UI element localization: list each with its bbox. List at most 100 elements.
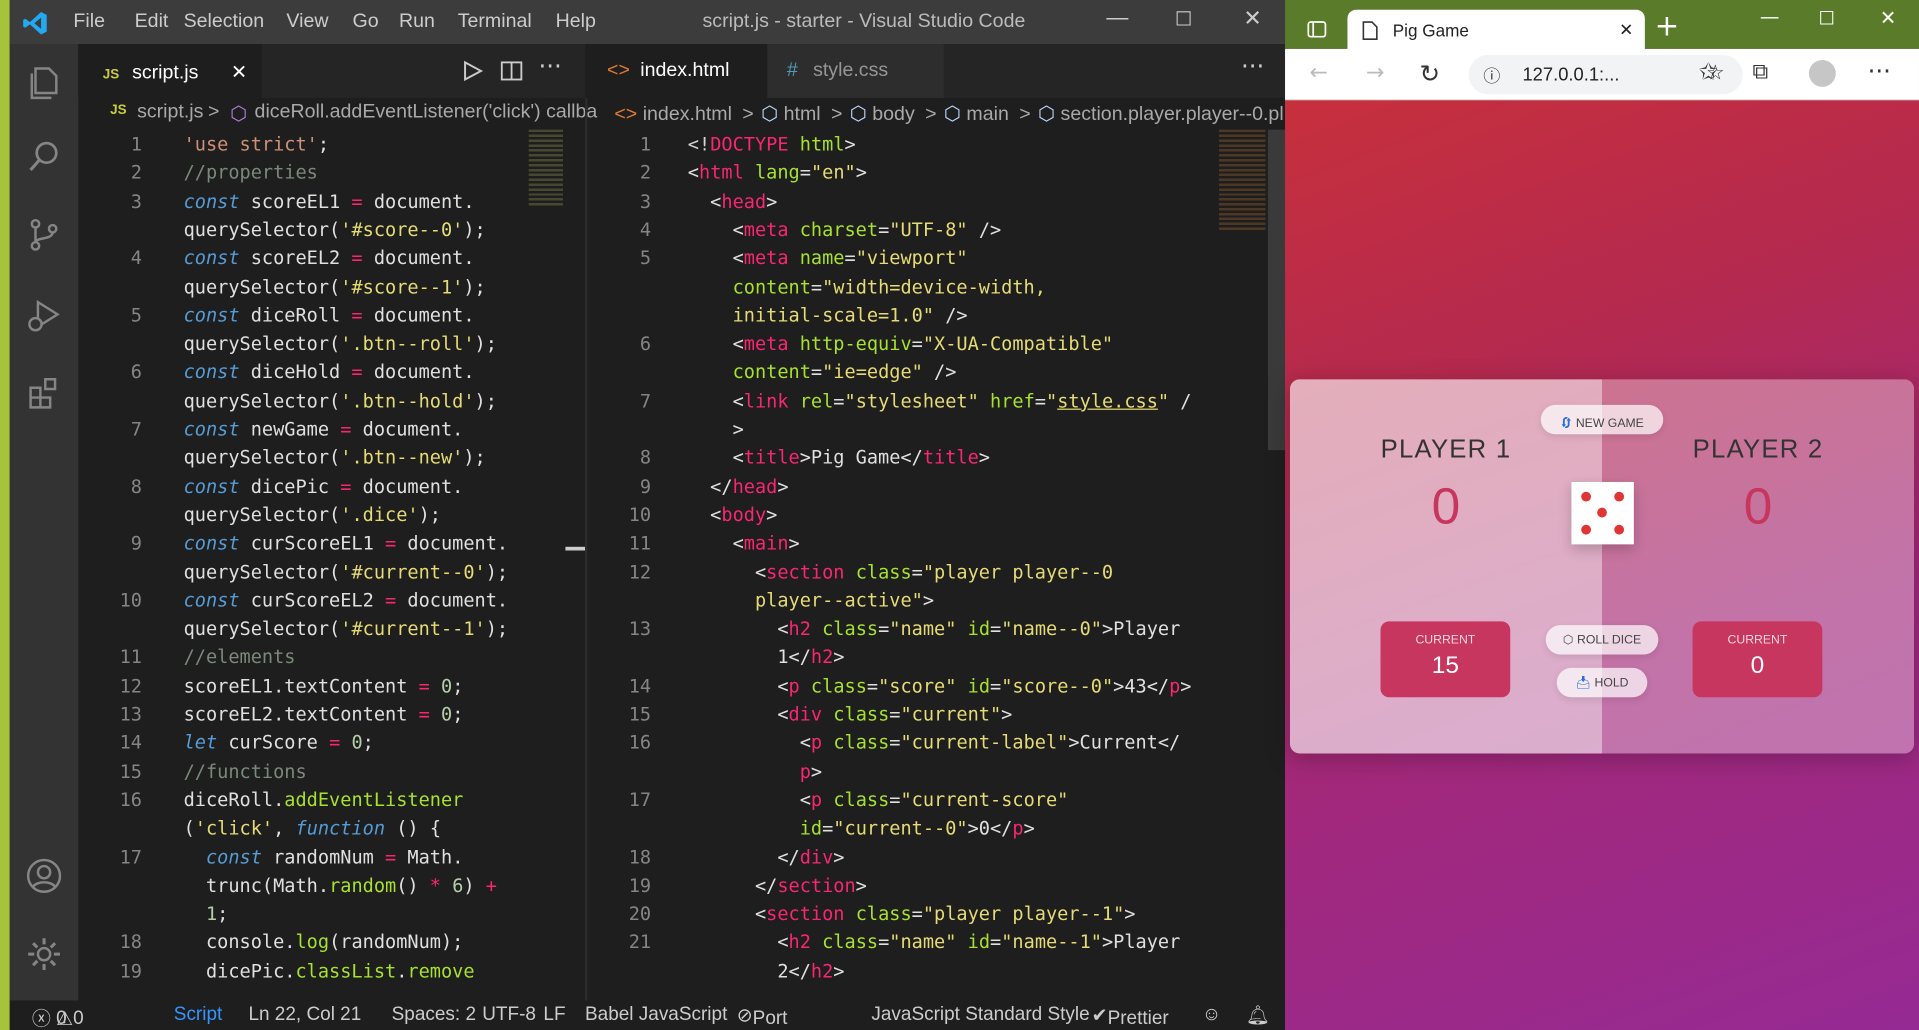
code-line[interactable]: querySelector('.btn--new');	[184, 444, 486, 472]
search-icon[interactable]	[24, 137, 63, 176]
code-line[interactable]: 'use strict';	[184, 131, 330, 159]
back-icon[interactable]: ←	[1310, 60, 1328, 86]
hold-button[interactable]: 📥︎ HOLD	[1556, 667, 1648, 698]
menu-terminal[interactable]: Terminal	[458, 11, 532, 33]
menu-edit[interactable]: Edit	[135, 11, 169, 33]
live-server-port[interactable]: ⊘ Port : 5500	[737, 1004, 788, 1029]
settings-gear-icon[interactable]	[24, 935, 63, 974]
code-line[interactable]: initial-scale=1.0" />	[688, 302, 968, 330]
profile-avatar[interactable]	[1808, 59, 1836, 87]
code-line[interactable]: console.log(randomNum);	[184, 929, 463, 957]
new-tab-icon[interactable]: +	[1655, 9, 1680, 43]
linter-style[interactable]: JavaScript Standard Style	[871, 1004, 1089, 1026]
run-file-icon[interactable]	[460, 59, 484, 83]
code-line[interactable]: const scoreEL2 = document.	[184, 245, 475, 273]
code-line[interactable]: const scoreEL1 = document.	[184, 188, 475, 216]
explorer-icon[interactable]	[24, 64, 63, 103]
code-line[interactable]: <section class="player player--1">	[688, 900, 1136, 928]
code-line[interactable]: const curScoreEL1 = document.	[184, 530, 509, 558]
code-line[interactable]: ('click', function () {	[184, 815, 441, 843]
code-line[interactable]: querySelector('#current--0');	[184, 558, 509, 586]
code-line[interactable]: p>	[688, 758, 822, 786]
code-line[interactable]: querySelector('.btn--hold');	[184, 387, 497, 415]
code-line[interactable]: //functions	[184, 758, 307, 786]
js-minimap[interactable]	[528, 129, 563, 206]
code-line[interactable]: id="current--0">0</p>	[688, 815, 1035, 843]
code-line[interactable]: </head>	[688, 473, 788, 501]
breadcrumb-file[interactable]: script.js	[137, 102, 203, 124]
language-mode[interactable]: Babel JavaScript	[585, 1004, 727, 1026]
minimize-button[interactable]: —	[1760, 5, 1780, 28]
breadcrumb-symbol[interactable]: diceRoll.addEventListener('click') callb…	[255, 102, 598, 124]
status-language-short[interactable]: Script	[174, 1004, 222, 1026]
tab-style-css[interactable]: # style.css	[767, 44, 944, 98]
new-game-button[interactable]: 🔄︎ NEW GAME	[1540, 404, 1664, 435]
code-line[interactable]: <meta http-equiv="X-UA-Compatible"	[688, 330, 1114, 358]
code-line[interactable]: dicePic.classList.remove	[184, 957, 475, 985]
close-window-button[interactable]: ✕	[1243, 6, 1261, 32]
code-line[interactable]: content="width=device-width,	[688, 273, 1046, 301]
code-line[interactable]: querySelector('#score--0');	[184, 216, 486, 244]
refresh-icon[interactable]: ↻	[1420, 59, 1441, 88]
code-line[interactable]: <p class="current-score"	[688, 786, 1069, 814]
split-editor-icon[interactable]	[499, 59, 523, 83]
breadcrumb-item[interactable]: ⬡ body >	[850, 104, 937, 125]
code-line[interactable]: 1</h2>	[688, 644, 844, 672]
code-line[interactable]: scoreEL1.textContent = 0;	[184, 672, 464, 700]
menu-view[interactable]: View	[286, 11, 328, 33]
html-scrollbar[interactable]	[1267, 129, 1286, 451]
code-line[interactable]: <!DOCTYPE html>	[688, 131, 856, 159]
code-line[interactable]: 2</h2>	[688, 957, 844, 985]
code-line[interactable]: <div class="current">	[688, 701, 1012, 729]
end-of-line[interactable]: LF	[543, 1004, 565, 1026]
code-line[interactable]: </div>	[688, 843, 844, 871]
code-line[interactable]: <meta name="viewport"	[688, 245, 968, 273]
more-actions-icon[interactable]: ···	[538, 51, 561, 80]
maximize-button[interactable]: ☐	[1175, 7, 1193, 31]
tab-index-html[interactable]: <> index.html	[587, 44, 768, 98]
code-line[interactable]: let curScore = 0;	[184, 729, 374, 757]
code-line[interactable]: const dicePic = document.	[184, 473, 464, 501]
menu-selection[interactable]: Selection	[184, 11, 265, 33]
code-line[interactable]: <meta charset="UTF-8" />	[688, 216, 1002, 244]
close-tab-icon[interactable]: ✕	[231, 62, 247, 83]
menu-file[interactable]: File	[73, 11, 105, 33]
code-line[interactable]: querySelector('.btn--roll');	[184, 330, 497, 358]
js-editor[interactable]: 1 'use strict'; 2 //properties 3 const scoreE…	[78, 131, 585, 1001]
tab-script-js[interactable]: JS script.js ✕	[78, 44, 262, 98]
menu-help[interactable]: Help	[556, 11, 596, 33]
code-line[interactable]: <link rel="stylesheet" href="style.css" …	[688, 387, 1192, 415]
breadcrumb-item[interactable]: ⬡ main >	[944, 104, 1031, 125]
code-line[interactable]: const randomNum = Math.	[184, 843, 464, 871]
code-line[interactable]: </section>	[688, 872, 867, 900]
code-line[interactable]: //properties	[184, 159, 318, 187]
roll-dice-button[interactable]: ⬡ ROLL DICE	[1545, 625, 1659, 655]
menu-go[interactable]: Go	[352, 11, 378, 33]
problems-indicator[interactable]: ⓧ 0 ⚠ 0	[32, 1004, 84, 1030]
code-line[interactable]: 1;	[184, 900, 228, 928]
prettier-status[interactable]: ✔ Prettier	[1092, 1004, 1169, 1029]
code-line[interactable]: >	[688, 416, 744, 444]
run-debug-icon[interactable]	[24, 295, 63, 334]
menu-run[interactable]: Run	[399, 11, 435, 33]
settings-more-icon[interactable]: ···	[1868, 56, 1891, 85]
code-line[interactable]: scoreEL2.textContent = 0;	[184, 701, 464, 729]
code-line[interactable]: const newGame = document.	[184, 416, 464, 444]
editor-split-divider[interactable]	[585, 97, 588, 1001]
html-editor[interactable]: 1 <!DOCTYPE html> 2 <html lang="en"> 3 <head…	[587, 131, 1223, 1001]
code-line[interactable]: trunc(Math.random() * 6) +	[184, 872, 497, 900]
code-line[interactable]: querySelector('#score--1');	[184, 273, 486, 301]
favorites-icon[interactable]: ✩	[1699, 59, 1718, 86]
code-line[interactable]: <p class="current-label">Current</	[688, 729, 1181, 757]
code-line[interactable]: <p class="score" id="score--0">43</p>	[688, 672, 1191, 700]
code-line[interactable]: <body>	[688, 501, 777, 529]
code-line[interactable]: <section class="player player--0	[688, 558, 1113, 586]
code-line[interactable]: <h2 class="name" id="name--0">Player	[688, 615, 1180, 643]
forward-icon[interactable]: →	[1366, 60, 1384, 86]
source-control-icon[interactable]	[24, 215, 63, 254]
code-line[interactable]: const curScoreEL2 = document.	[184, 587, 509, 615]
code-line[interactable]: const diceRoll = document.	[184, 302, 475, 330]
encoding[interactable]: UTF-8	[482, 1004, 536, 1026]
code-line[interactable]: <h2 class="name" id="name--1">Player	[688, 929, 1180, 957]
breadcrumb-item[interactable]: ⬡ section.player.player--0.pl	[1038, 104, 1284, 125]
